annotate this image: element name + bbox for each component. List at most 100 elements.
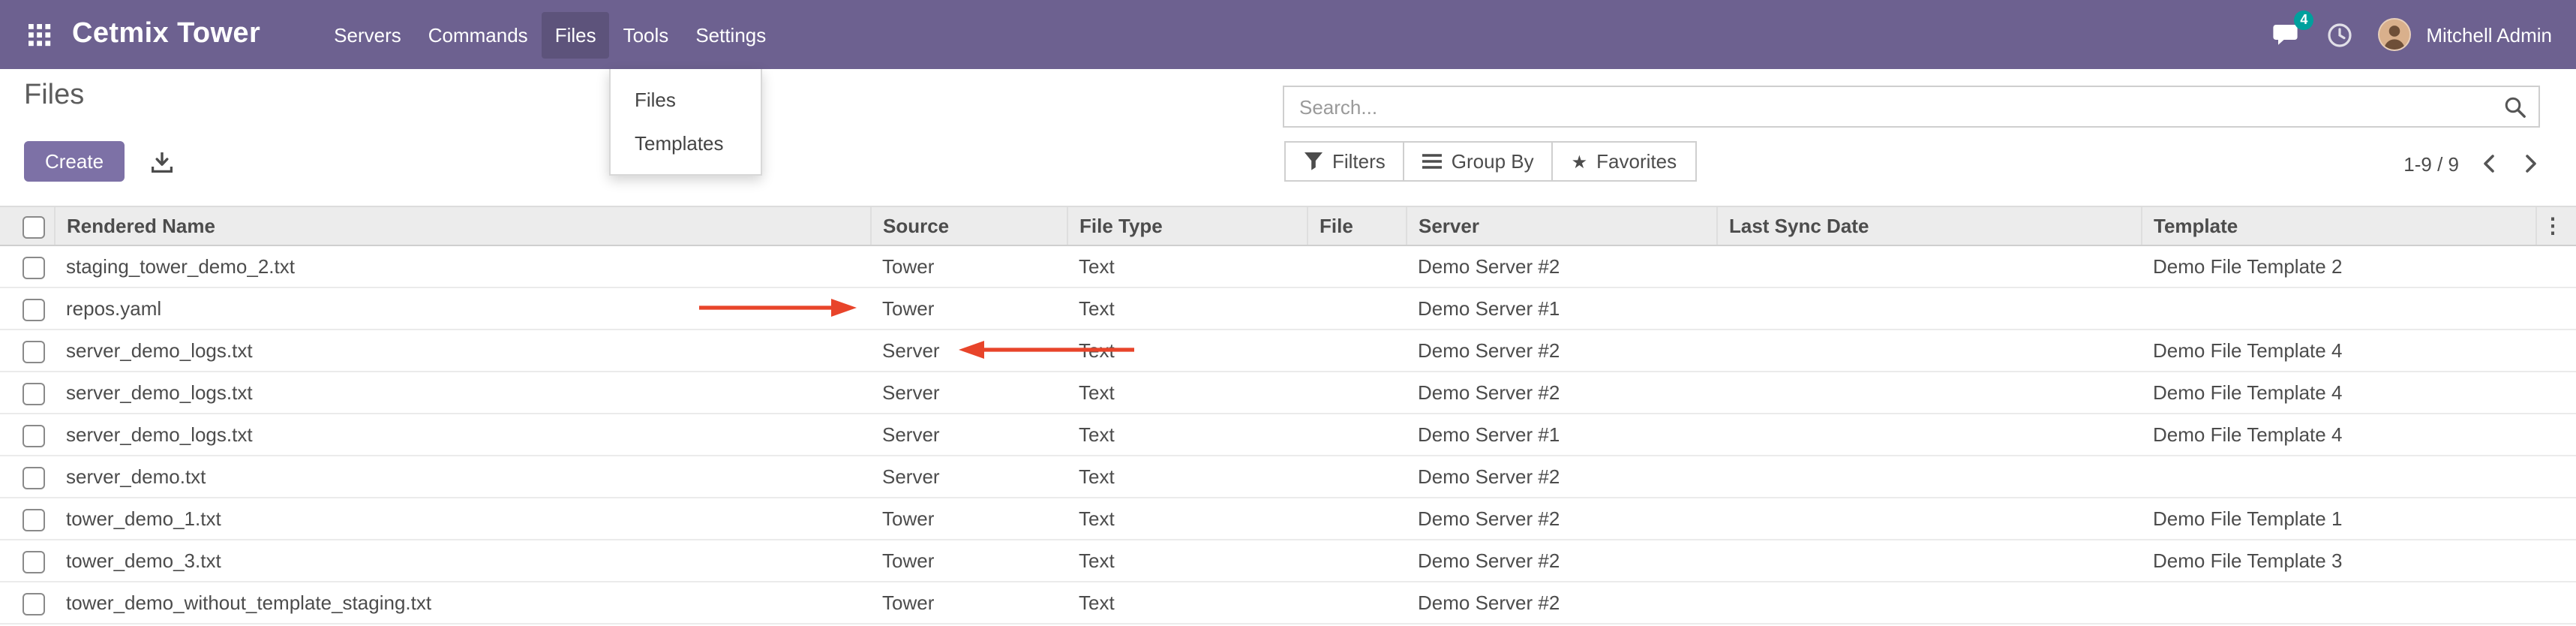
favorites-star-icon: ★ xyxy=(1572,152,1588,170)
table-row[interactable]: server_demo_logs.txtServerTextDemo Serve… xyxy=(0,372,2576,414)
table-row[interactable]: repos.yamlTowerTextDemo Server #1 xyxy=(0,287,2576,330)
cell-template xyxy=(2141,582,2535,624)
pager-range: 1-9 / 9 xyxy=(2403,152,2459,175)
menu-settings[interactable]: Settings xyxy=(682,11,779,58)
filters-label: Filters xyxy=(1332,150,1386,173)
cell-file-type: Text xyxy=(1067,456,1307,498)
row-trailing-cell xyxy=(2535,498,2576,540)
table-row[interactable]: staging_tower_demo_2.txtTowerTextDemo Se… xyxy=(0,245,2576,287)
column-header-last-sync-date[interactable]: Last Sync Date xyxy=(1716,206,2141,245)
select-all-cell xyxy=(0,206,54,245)
favorites-button[interactable]: ★ Favorites xyxy=(1552,141,1696,182)
dropdown-item-templates[interactable]: Templates xyxy=(611,122,761,165)
row-checkbox[interactable] xyxy=(23,256,45,278)
search-icon[interactable] xyxy=(2504,95,2526,118)
table-row[interactable]: server_demo.txtServerTextDemo Server #2 xyxy=(0,456,2576,498)
cell-template: Demo File Template 4 xyxy=(2141,330,2535,372)
user-name[interactable]: Mitchell Admin xyxy=(2426,23,2552,46)
pager-next-button[interactable] xyxy=(2519,149,2543,179)
app-brand[interactable]: Cetmix Tower xyxy=(72,18,260,51)
row-checkbox[interactable] xyxy=(23,508,45,531)
menu-files[interactable]: Files xyxy=(542,11,610,58)
cell-last-sync-date xyxy=(1716,540,2141,582)
cell-last-sync-date xyxy=(1716,330,2141,372)
cell-template xyxy=(2141,456,2535,498)
column-header-file[interactable]: File xyxy=(1307,206,1406,245)
group-by-button[interactable]: Group By xyxy=(1404,141,1554,182)
table-row[interactable]: server_demo_logs.txtServerTextDemo Serve… xyxy=(0,414,2576,456)
cell-source: Server xyxy=(870,414,1067,456)
cell-source: Tower xyxy=(870,287,1067,330)
table-row[interactable]: server_demo_logs.txtServerTextDemo Serve… xyxy=(0,330,2576,372)
user-avatar[interactable] xyxy=(2378,18,2411,51)
table-row[interactable]: tower_demo_without_template_staging.txtT… xyxy=(0,582,2576,624)
row-checkbox[interactable] xyxy=(23,382,45,405)
row-trailing-cell xyxy=(2535,245,2576,287)
cell-file-type: Text xyxy=(1067,582,1307,624)
optional-columns-icon[interactable]: ⋮ xyxy=(2542,213,2563,237)
pager-previous-button[interactable] xyxy=(2477,149,2501,179)
filter-bar: Filters Group By ★ Favorites xyxy=(1284,141,1696,182)
cell-last-sync-date xyxy=(1716,456,2141,498)
dropdown-item-files[interactable]: Files xyxy=(611,78,761,122)
column-header-rendered-name[interactable]: Rendered Name xyxy=(54,206,870,245)
row-trailing-cell xyxy=(2535,456,2576,498)
column-header-file-type[interactable]: File Type xyxy=(1067,206,1307,245)
action-buttons: Create xyxy=(24,141,179,182)
row-checkbox-cell xyxy=(0,582,54,624)
cell-source: Server xyxy=(870,456,1067,498)
messages-icon[interactable]: 4 xyxy=(2270,21,2300,48)
cell-last-sync-date xyxy=(1716,372,2141,414)
cell-source: Tower xyxy=(870,498,1067,540)
cell-file-type: Text xyxy=(1067,330,1307,372)
cell-server: Demo Server #2 xyxy=(1406,498,1716,540)
cell-rendered-name: repos.yaml xyxy=(54,287,870,330)
cell-file xyxy=(1307,456,1406,498)
cell-file xyxy=(1307,245,1406,287)
column-header-template[interactable]: Template xyxy=(2141,206,2535,245)
files-list-table: Rendered Name Source File Type File Serv… xyxy=(0,206,2576,624)
download-button[interactable] xyxy=(146,145,179,178)
select-all-checkbox[interactable] xyxy=(23,215,45,238)
filters-button[interactable]: Filters xyxy=(1284,141,1405,182)
cell-last-sync-date xyxy=(1716,245,2141,287)
cell-server: Demo Server #2 xyxy=(1406,540,1716,582)
row-checkbox-cell xyxy=(0,287,54,330)
row-trailing-cell xyxy=(2535,287,2576,330)
cell-server: Demo Server #2 xyxy=(1406,330,1716,372)
row-checkbox[interactable] xyxy=(23,340,45,363)
app-root: Cetmix Tower Servers Commands Files Tool… xyxy=(0,0,2576,626)
row-checkbox-cell xyxy=(0,540,54,582)
cell-server: Demo Server #2 xyxy=(1406,582,1716,624)
cell-file-type: Text xyxy=(1067,540,1307,582)
table-row[interactable]: tower_demo_1.txtTowerTextDemo Server #2D… xyxy=(0,498,2576,540)
activities-clock-icon[interactable] xyxy=(2324,21,2354,48)
menu-tools[interactable]: Tools xyxy=(610,11,683,58)
menu-commands[interactable]: Commands xyxy=(415,11,542,58)
row-trailing-cell xyxy=(2535,414,2576,456)
create-button[interactable]: Create xyxy=(24,141,125,182)
column-header-source[interactable]: Source xyxy=(870,206,1067,245)
favorites-label: Favorites xyxy=(1596,150,1677,173)
table-row[interactable]: tower_demo_3.txtTowerTextDemo Server #2D… xyxy=(0,540,2576,582)
row-checkbox[interactable] xyxy=(23,592,45,615)
row-trailing-cell xyxy=(2535,582,2576,624)
row-checkbox[interactable] xyxy=(23,424,45,447)
cell-file xyxy=(1307,582,1406,624)
row-checkbox[interactable] xyxy=(23,550,45,573)
column-options-cell: ⋮ xyxy=(2535,206,2576,245)
cell-file xyxy=(1307,414,1406,456)
menu-servers[interactable]: Servers xyxy=(320,11,415,58)
apps-grid-icon[interactable] xyxy=(24,20,54,50)
cell-template: Demo File Template 4 xyxy=(2141,372,2535,414)
group-by-label: Group By xyxy=(1452,150,1534,173)
row-checkbox-cell xyxy=(0,245,54,287)
cell-rendered-name: server_demo.txt xyxy=(54,456,870,498)
row-checkbox[interactable] xyxy=(23,298,45,321)
search-input[interactable] xyxy=(1296,94,2504,119)
cell-file xyxy=(1307,372,1406,414)
cell-file xyxy=(1307,330,1406,372)
cell-template xyxy=(2141,287,2535,330)
column-header-server[interactable]: Server xyxy=(1406,206,1716,245)
row-checkbox[interactable] xyxy=(23,466,45,489)
